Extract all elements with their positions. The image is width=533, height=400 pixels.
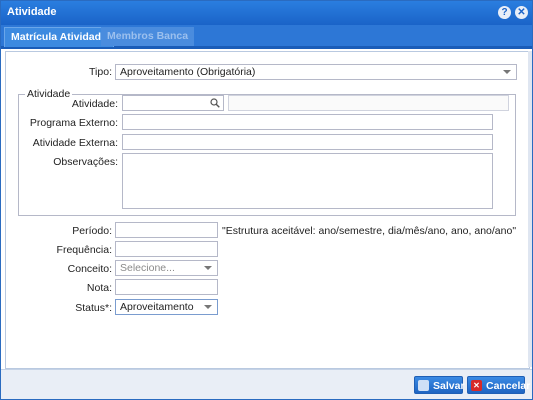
chevron-down-icon: [503, 70, 511, 74]
periodo-hint: "Estrutura aceitável: ano/semestre, dia/…: [222, 225, 517, 237]
conceito-label: Conceito:: [67, 263, 112, 275]
programa-externo-label: Programa Externo:: [29, 117, 118, 129]
atividade-label: Atividade:: [71, 98, 118, 110]
conceito-select[interactable]: Selecione...: [115, 260, 218, 276]
frequencia-label: Frequência:: [56, 244, 112, 256]
cancel-button[interactable]: ✕ Cancelar: [467, 376, 530, 394]
dialog-footer: Salvar ✕ Cancelar: [1, 369, 532, 399]
chevron-down-icon: [204, 305, 212, 309]
frequencia-input[interactable]: [116, 242, 217, 256]
scrollbar[interactable]: [528, 51, 532, 367]
nota-input[interactable]: [116, 280, 217, 294]
frequencia-field[interactable]: [115, 241, 218, 257]
status-label: Status*:: [75, 302, 112, 314]
chevron-down-icon: [204, 266, 212, 270]
save-button[interactable]: Salvar: [414, 376, 465, 394]
periodo-label: Período:: [72, 225, 112, 237]
periodo-input[interactable]: [116, 223, 217, 237]
save-button-label: Salvar: [433, 380, 465, 392]
atividade-externa-label: Atividade Externa:: [32, 137, 118, 149]
cancel-icon: ✕: [471, 380, 482, 391]
tab-matricula-atividade[interactable]: Matrícula Atividade: [4, 27, 114, 47]
tipo-select[interactable]: Aproveitamento (Obrigatória): [115, 64, 517, 80]
atividade-externa-input[interactable]: [123, 135, 492, 149]
observacoes-textarea[interactable]: [122, 153, 493, 209]
tipo-value: Aproveitamento (Obrigatória): [120, 66, 256, 78]
help-icon[interactable]: ?: [498, 6, 511, 19]
title-bar[interactable]: Atividade ? ✕: [1, 1, 532, 25]
search-icon[interactable]: [210, 98, 220, 108]
cancel-button-label: Cancelar: [486, 380, 531, 392]
window-title: Atividade: [7, 6, 57, 18]
form-panel: Tipo: Aproveitamento (Obrigatória) Ativi…: [5, 51, 530, 369]
programa-externo-field[interactable]: [122, 114, 493, 130]
atividade-externa-field[interactable]: [122, 134, 493, 150]
save-icon: [418, 380, 429, 391]
periodo-field[interactable]: [115, 222, 218, 238]
close-icon[interactable]: ✕: [515, 6, 528, 19]
programa-externo-input[interactable]: [123, 115, 492, 129]
tab-bar: Matrícula Atividade Membros Banca: [1, 25, 532, 49]
status-value: Aproveitamento: [120, 301, 194, 313]
nota-label: Nota:: [86, 282, 112, 294]
atividade-description-field: [228, 95, 509, 111]
tipo-label: Tipo:: [89, 66, 112, 78]
atividade-search-input[interactable]: [122, 95, 224, 111]
nota-field[interactable]: [115, 279, 218, 295]
conceito-placeholder: Selecione...: [120, 262, 175, 274]
dialog-window: Atividade ? ✕ Matrícula Atividade Membro…: [0, 0, 533, 400]
status-select[interactable]: Aproveitamento: [115, 299, 218, 315]
observacoes-label: Observações:: [53, 156, 118, 168]
tab-membros-banca[interactable]: Membros Banca: [101, 27, 195, 46]
atividade-input[interactable]: [123, 96, 223, 110]
